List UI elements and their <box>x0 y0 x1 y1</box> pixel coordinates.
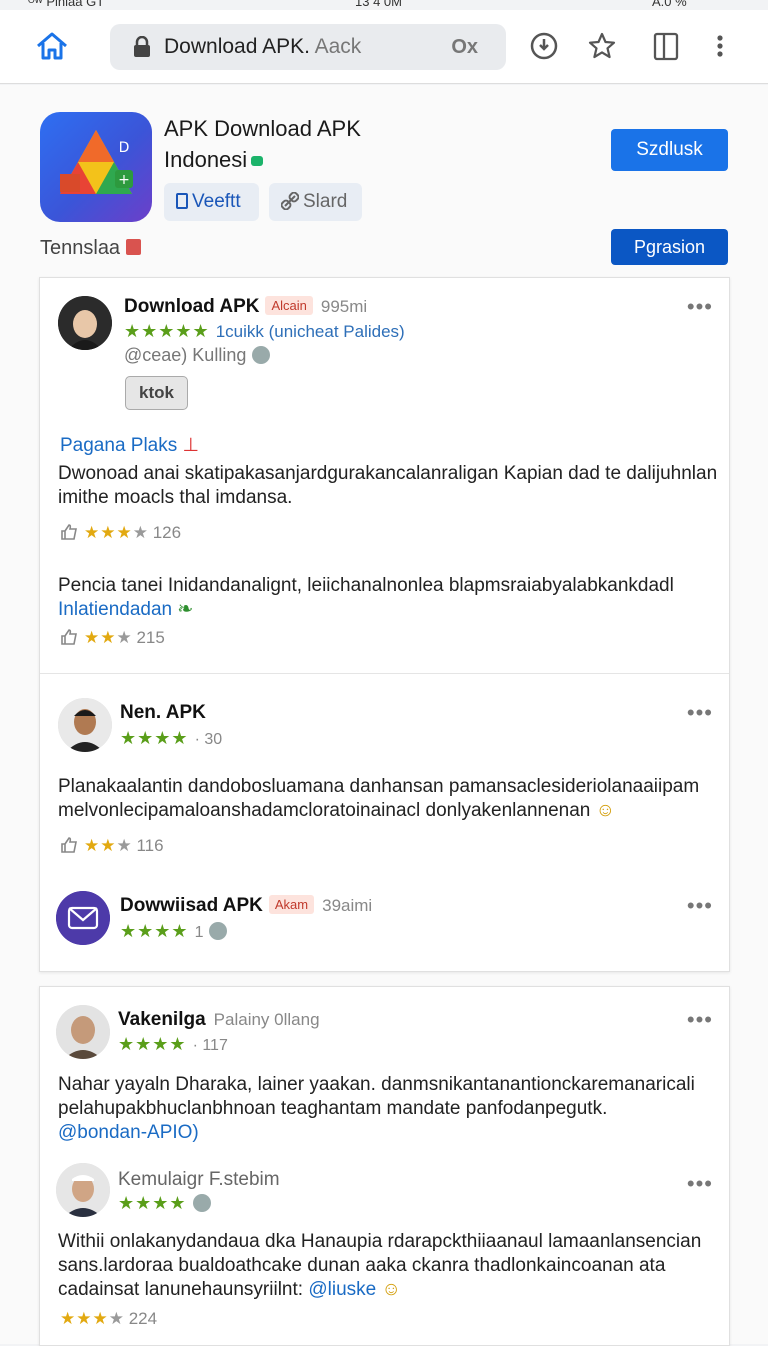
reviewer-name: Vakenilga Palainy 0llang <box>118 1009 320 1030</box>
review-text: Dwonoad anai skatipakasanjardgurakancala… <box>58 463 718 508</box>
avatar <box>56 1163 110 1217</box>
link-icon <box>280 191 300 211</box>
more-options-icon[interactable]: ••• <box>687 893 713 919</box>
thumbs-up-icon <box>60 837 78 853</box>
status-left: ᴼᵂ Pinlaa GT <box>28 0 105 9</box>
review-text: Planakaalantin dandobosluamana danhansan… <box>58 776 700 821</box>
star-icon[interactable] <box>587 30 617 62</box>
divider <box>40 673 729 674</box>
url-text: Download APK. Aack <box>164 35 362 58</box>
bookmark-icon <box>176 193 188 209</box>
pin-icon: ⊥ <box>182 435 200 456</box>
star-rating: ★★★★ <box>118 1193 211 1214</box>
avatar <box>58 698 112 752</box>
helpful-rating-2[interactable]: ★★★ 215 <box>60 628 165 648</box>
more-options-icon[interactable]: ••• <box>687 294 713 320</box>
reviewer-name: Kemulaigr F.stebim <box>118 1169 280 1190</box>
app-title: APK Download APK Indonesi <box>164 116 361 172</box>
helpful-rating[interactable]: ★★★ 116 <box>60 836 164 856</box>
verified-dot-icon <box>251 156 264 167</box>
helpful-rating[interactable]: ★★★★ 224 <box>60 1309 157 1329</box>
browser-toolbar: Download APK. Aack Ox <box>0 10 768 84</box>
review-text: Nahar yayaln Dharaka, lainer yaakan. dan… <box>58 1074 695 1143</box>
verify-chip[interactable]: Veeftt <box>164 183 259 221</box>
review-text-2: Pencia tanei Inidandanalignt, leiichanal… <box>58 575 674 620</box>
thumbs-up-icon <box>60 629 78 645</box>
review-link[interactable]: Pagana Plaks ⊥ <box>60 434 199 457</box>
page-content: + D APK Download APK Indonesi Veeftt Sla… <box>0 85 768 1346</box>
tabs-icon[interactable] <box>651 30 681 62</box>
more-options-icon[interactable]: ••• <box>687 700 713 726</box>
clear-url-button[interactable]: Ox <box>451 36 478 59</box>
svg-text:D: D <box>119 140 130 156</box>
home-icon[interactable] <box>34 30 70 62</box>
app-logo-icon: + D <box>40 112 152 222</box>
status-badge: Alcain <box>265 296 313 315</box>
status-bar: ᴼᵂ Pinlaa GT 13 4 0M A.0 % <box>0 0 768 10</box>
permission-button[interactable]: Pgrasion <box>611 229 728 265</box>
star-rating: ★★★★ · 117 <box>118 1034 228 1054</box>
section-label: Tennslaa <box>40 237 142 260</box>
address-bar[interactable]: Download APK. Aack Ox <box>110 24 506 70</box>
star-rating: ★★★★★ 1cuikk (unicheat Palides) <box>124 321 405 341</box>
verified-icon <box>252 346 271 364</box>
download-icon[interactable] <box>529 30 559 62</box>
reviewer-name: Download APK Alcain 995mi <box>124 296 368 317</box>
avatar <box>58 296 112 350</box>
share-chip[interactable]: Slard <box>269 183 362 221</box>
status-badge: Akam <box>268 895 315 914</box>
helpful-rating[interactable]: ★★★★ 126 <box>60 523 181 543</box>
avatar <box>56 891 110 945</box>
lock-icon <box>132 35 152 63</box>
menu-kebab-icon[interactable] <box>710 30 730 62</box>
tag-button[interactable]: ktok <box>125 376 188 410</box>
reviewer-name: Dowwiisad APK Akam 39aimi <box>120 895 373 916</box>
star-rating: ★★★★ · 30 <box>120 728 223 748</box>
reviewer-handle: @ceae) Kulling <box>124 345 271 366</box>
verified-icon <box>192 1194 211 1212</box>
reviews-card: Download APK Alcain 995mi ★★★★★ 1cuikk (un… <box>39 277 730 972</box>
status-time: 13 4 0M <box>355 0 402 9</box>
thumbs-up-icon <box>60 524 78 540</box>
verified-icon <box>209 922 228 940</box>
more-options-icon[interactable]: ••• <box>687 1007 713 1033</box>
status-battery-text: A.0 % <box>652 0 687 9</box>
review-text: Withii onlakanydandaua dka Hanaupia rdar… <box>58 1231 702 1300</box>
svg-text:+: + <box>118 172 130 188</box>
more-options-icon[interactable]: ••• <box>687 1171 713 1197</box>
install-button[interactable]: Szdlusk <box>611 129 728 171</box>
reviews-card-2: Vakenilga Palainy 0llang ★★★★ · 117 ••• N… <box>39 986 730 1346</box>
avatar <box>56 1005 110 1059</box>
flag-icon <box>126 239 142 255</box>
reviewer-name: Nen. APK <box>120 702 206 723</box>
star-rating: ★★★★ 1 <box>120 921 228 942</box>
